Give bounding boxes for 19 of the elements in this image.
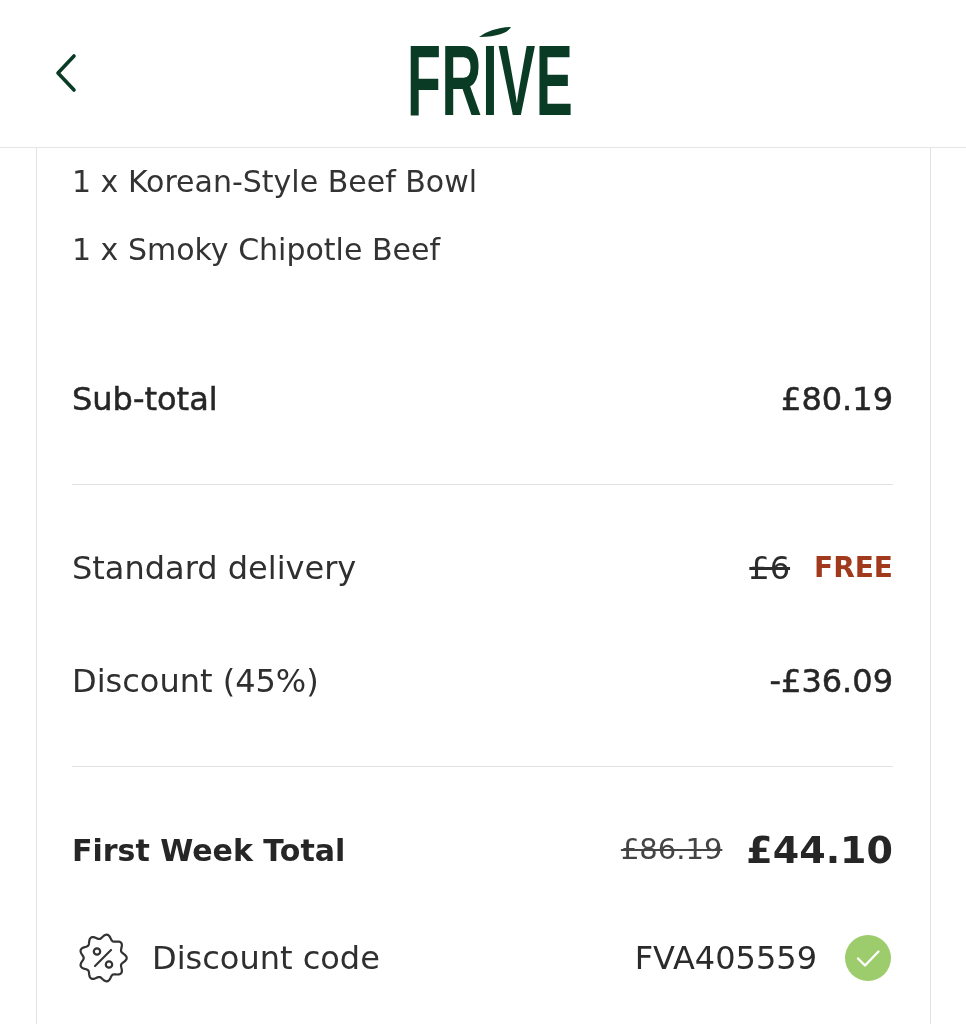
original-price: £6 [749,548,791,589]
brand-logo: FRIVE [406,40,574,121]
summary-label: Discount (45%) [72,661,319,702]
discount-code-label: Discount code [152,938,380,979]
chevron-left-icon [54,53,78,93]
order-item: 1 x Korean-Style Beef Bowl [72,163,478,201]
summary-label: Standard delivery [72,548,357,589]
back-button[interactable] [54,53,78,93]
summary-value: -£36.09 [769,661,893,702]
summary-label: Sub-total [72,379,218,420]
total-label: First Week Total [72,831,346,870]
original-price: £86.19 [620,831,723,869]
total-price: £44.10 [746,826,893,874]
leaf-icon [478,26,512,38]
summary-value: FREE [814,550,893,586]
order-item: 1 x Smoky Chipotle Beef [72,231,440,269]
summary-value: £80.19 [781,379,893,420]
percent-badge-icon [77,932,129,984]
discount-code: FVA405559 [634,938,817,979]
